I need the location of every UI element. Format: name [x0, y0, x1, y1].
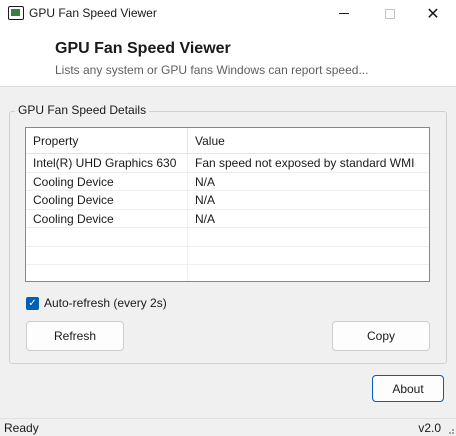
cell-property: Intel(R) UHD Graphics 630	[26, 154, 188, 172]
minimize-icon	[339, 13, 349, 14]
title-bar: GPU Fan Speed Viewer ✕	[0, 0, 456, 27]
checkbox-checked-icon[interactable]: ✓	[26, 296, 39, 310]
cell-property: Cooling Device	[26, 191, 188, 209]
maximize-icon	[385, 8, 395, 19]
cell-property: Cooling Device	[26, 209, 188, 228]
about-button[interactable]: About	[372, 375, 444, 402]
maximize-button[interactable]	[367, 0, 413, 27]
version-label: v2.0	[418, 421, 441, 435]
status-bar: Ready v2.0	[0, 418, 456, 436]
header-subtitle: Lists any system or GPU fans Windows can…	[55, 63, 369, 77]
table-row-empty	[26, 228, 429, 247]
copy-button[interactable]: Copy	[332, 321, 430, 351]
auto-refresh-checkbox[interactable]: ✓ Auto-refresh (every 2s)	[26, 295, 167, 311]
table-row[interactable]: Intel(R) UHD Graphics 630 Fan speed not …	[26, 154, 429, 173]
cell-property: Cooling Device	[26, 172, 188, 191]
cell-value	[188, 228, 429, 246]
window-title: GPU Fan Speed Viewer	[29, 6, 157, 20]
status-text: Ready	[4, 421, 39, 435]
column-header-value[interactable]: Value	[188, 128, 429, 154]
cell-value	[188, 265, 429, 281]
cell-property	[26, 265, 188, 281]
cell-value: N/A	[195, 211, 216, 226]
table-row[interactable]: Cooling Device N/A	[26, 172, 429, 191]
column-header-property[interactable]: Property	[26, 128, 188, 154]
header-title: GPU Fan Speed Viewer	[55, 40, 231, 57]
cell-property	[26, 246, 188, 265]
cell-value: Fan speed not exposed by standard WMI	[195, 156, 415, 170]
groupbox-label: GPU Fan Speed Details	[15, 103, 150, 117]
fan-speed-listview[interactable]: Property Value Intel(R) UHD Graphics 630…	[25, 127, 430, 282]
close-button[interactable]: ✕	[410, 0, 456, 27]
close-icon: ✕	[426, 5, 440, 23]
table-row[interactable]: Cooling Device N/A	[26, 209, 429, 228]
resize-grip-icon[interactable]	[445, 425, 454, 434]
auto-refresh-label[interactable]: Auto-refresh (every 2s)	[44, 296, 167, 310]
table-row[interactable]: Cooling Device N/A	[26, 191, 429, 210]
listview-header: Property Value	[26, 128, 429, 154]
table-row-empty	[26, 246, 429, 265]
cell-value	[188, 247, 429, 265]
table-row-empty	[26, 265, 429, 281]
minimize-button[interactable]	[321, 0, 367, 27]
refresh-button[interactable]: Refresh	[26, 321, 124, 351]
app-icon	[8, 6, 24, 20]
header-panel: GPU Fan Speed Viewer Lists any system or…	[0, 27, 456, 87]
cell-value: N/A	[195, 193, 216, 207]
cell-property	[26, 228, 188, 246]
cell-value: N/A	[195, 174, 216, 189]
